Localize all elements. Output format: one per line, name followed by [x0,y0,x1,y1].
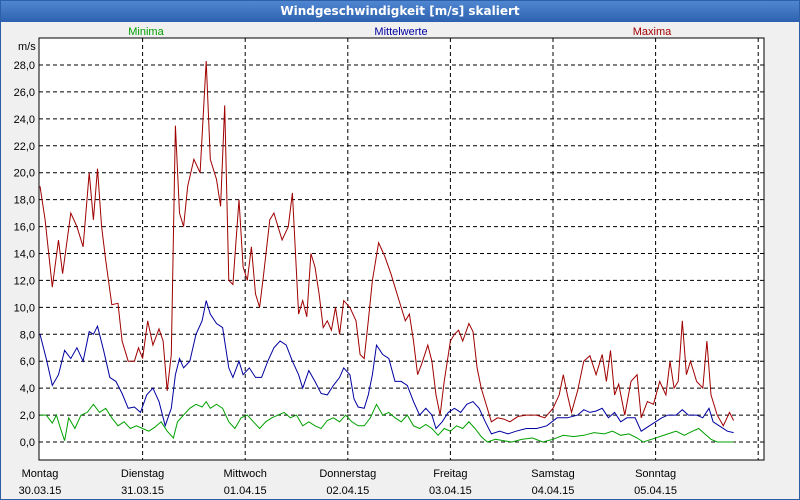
x-tick-date-label: 05.04.15 [634,485,677,497]
x-tick-day-label: Freitag [433,468,467,480]
y-tick-label: 0,0 [20,437,35,449]
x-tick-day-label: Dienstag [121,468,164,480]
x-tick-date-label: 31.03.15 [121,485,164,497]
x-axis-ticks: Montag 30.03.15 Dienstag 31.03.15 Mittwoch 01… [19,468,677,497]
y-axis-ticks: 28,0 26,0 24,0 22,0 20,0 18,0 16,0 14,0 12,0 10,0… [14,60,35,449]
y-tick-label: 26,0 [14,87,35,99]
y-tick-label: 18,0 [14,195,35,207]
x-tick-date-label: 03.04.15 [429,485,472,497]
x-tick-date-label: 02.04.15 [326,485,369,497]
y-tick-label: 16,0 [14,222,35,234]
y-tick-label: 20,0 [14,168,35,180]
x-tick-day-label: Sonntag [635,468,676,480]
y-tick-label: 2,0 [20,410,35,422]
x-tick-day-label: Samstag [531,468,574,480]
y-tick-label: 14,0 [14,249,35,261]
y-tick-label: 10,0 [14,302,35,314]
x-tick-day-label: Montag [22,468,59,480]
legend-maxima: Maxima [633,26,672,38]
y-tick-label: 22,0 [14,141,35,153]
y-tick-label: 12,0 [14,275,35,287]
x-tick-date-label: 04.04.15 [532,485,575,497]
y-tick-label: 8,0 [20,329,35,341]
y-axis-unit-label: m/s [18,41,36,53]
legend-mittelwerte: Mittelwerte [374,26,427,38]
y-tick-label: 28,0 [14,60,35,72]
legend-minima: Minima [128,26,164,38]
y-tick-label: 6,0 [20,356,35,368]
x-tick-date-label: 30.03.15 [19,485,62,497]
x-tick-date-label: 01.04.15 [224,485,267,497]
x-tick-day-label: Mittwoch [223,468,266,480]
y-tick-label: 4,0 [20,383,35,395]
y-tick-label: 24,0 [14,114,35,126]
x-tick-day-label: Donnerstag [319,468,376,480]
wind-speed-chart: 28,0 26,0 24,0 22,0 20,0 18,0 16,0 14,0 12,0 10,0… [14,26,765,497]
